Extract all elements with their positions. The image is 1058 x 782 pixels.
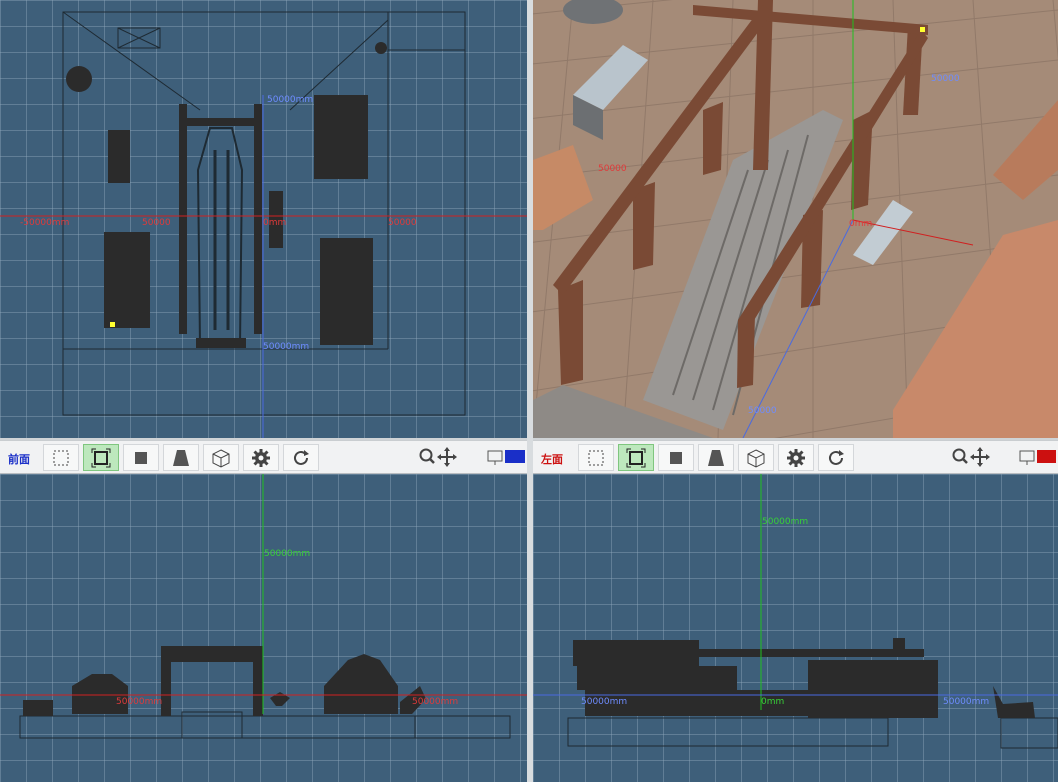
select-rect-icon bbox=[53, 450, 69, 465]
viewport-left[interactable]: 50000mm 50000mm 0mm 50000mm bbox=[533, 474, 1058, 782]
axis-label-x-right: 50000mm bbox=[943, 697, 990, 707]
frame-view-icon bbox=[91, 448, 111, 467]
frame-view-button[interactable] bbox=[618, 444, 654, 471]
axis-label-y-bottom: 50000mm bbox=[263, 342, 310, 352]
axis-label-x-origin: 0mm bbox=[263, 218, 287, 228]
axis-label-x-origin: 0mm bbox=[761, 697, 785, 707]
viewport-perspective[interactable]: 50000 50000 0mm 50000 bbox=[533, 0, 1058, 438]
refresh-icon bbox=[294, 449, 309, 465]
select-rect-button[interactable] bbox=[43, 444, 79, 471]
select-rect-icon bbox=[588, 450, 604, 465]
display-mode-icon[interactable] bbox=[487, 449, 527, 467]
gear-icon bbox=[787, 448, 805, 467]
refresh-button[interactable] bbox=[818, 444, 854, 471]
cube-view-icon bbox=[212, 448, 230, 468]
axis-label-y: 50000mm bbox=[762, 517, 809, 527]
cube-view-button[interactable] bbox=[738, 444, 774, 471]
select-rect-button[interactable] bbox=[578, 444, 614, 471]
settings-button[interactable] bbox=[778, 444, 814, 471]
solid-view-button[interactable] bbox=[658, 444, 694, 471]
cube-view-icon bbox=[747, 448, 765, 468]
perspective-icon bbox=[173, 449, 189, 466]
persp-label-b: 50000 bbox=[598, 164, 627, 174]
perspective-button[interactable] bbox=[163, 444, 199, 471]
axis-label-y-top: 50000mm bbox=[267, 95, 314, 105]
settings-button[interactable] bbox=[243, 444, 279, 471]
axis-label-y: 50000mm bbox=[264, 549, 311, 559]
axis-label-x-right: 50000 bbox=[388, 218, 417, 228]
refresh-icon bbox=[829, 449, 844, 465]
viewport-top[interactable]: 50000mm 50000mm -50000mm 50000 0mm 50000 bbox=[0, 0, 527, 438]
perspective-scene bbox=[533, 0, 1058, 438]
viewport-front[interactable]: 50000mm 50000mm 50000mm bbox=[0, 474, 527, 782]
axis-label-x-left: -50000mm bbox=[20, 218, 70, 228]
axis-label-x-mid: 50000 bbox=[142, 218, 171, 228]
axis-label-x-left: 50000mm bbox=[581, 697, 628, 707]
cube-view-button[interactable] bbox=[203, 444, 239, 471]
persp-label-origin: 0mm bbox=[849, 219, 873, 229]
gear-icon bbox=[252, 448, 270, 467]
viewport-toolbar-front: 前面 bbox=[0, 440, 527, 474]
solid-view-button[interactable] bbox=[123, 444, 159, 471]
perspective-button[interactable] bbox=[698, 444, 734, 471]
solid-view-icon bbox=[135, 451, 147, 464]
front-view-wireframe bbox=[0, 474, 527, 739]
refresh-button[interactable] bbox=[283, 444, 319, 471]
view-name-label[interactable]: 左面 bbox=[541, 451, 563, 467]
persp-label-a: 50000 bbox=[931, 74, 960, 84]
frame-view-button[interactable] bbox=[83, 444, 119, 471]
view-name-label[interactable]: 前面 bbox=[8, 451, 30, 467]
axis-label-x-left: 50000mm bbox=[116, 697, 163, 707]
zoom-pan-icon[interactable] bbox=[418, 447, 458, 467]
persp-label-c: 50000 bbox=[748, 406, 777, 416]
zoom-pan-icon[interactable] bbox=[951, 447, 991, 467]
display-mode-icon[interactable] bbox=[1019, 449, 1057, 467]
solid-view-icon bbox=[670, 451, 682, 464]
perspective-icon bbox=[708, 449, 724, 466]
viewport-toolbar-left: 左面 bbox=[533, 440, 1058, 474]
frame-view-icon bbox=[626, 448, 646, 467]
axis-label-x-right: 50000mm bbox=[412, 697, 459, 707]
